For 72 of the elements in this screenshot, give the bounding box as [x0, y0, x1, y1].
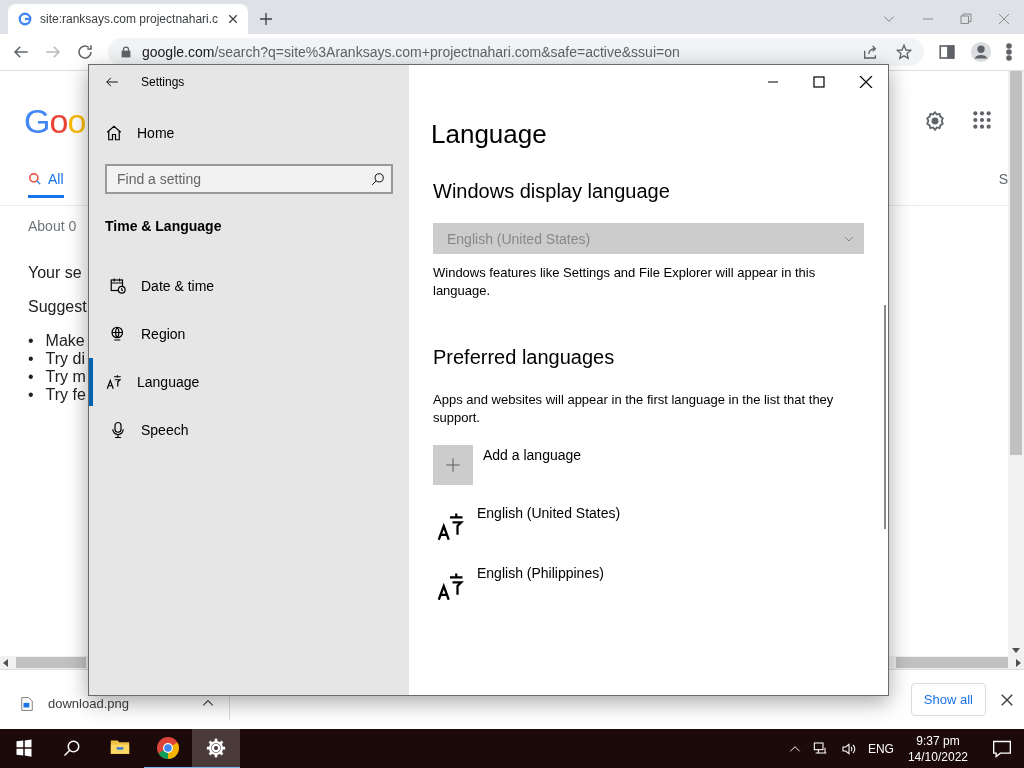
show-all-button[interactable]: Show all: [910, 683, 986, 716]
restore-icon[interactable]: [960, 13, 972, 25]
no-results-message: Your se: [28, 264, 82, 282]
apps-grid-icon[interactable]: [972, 110, 992, 130]
profile-icon[interactable]: [970, 41, 992, 63]
search-icon: [28, 172, 42, 186]
list-bullet: •: [28, 332, 34, 350]
suggestions-heading: Suggest: [28, 298, 87, 316]
vertical-scrollbar[interactable]: [1008, 71, 1024, 656]
suggestion-item: Make: [45, 332, 85, 350]
lock-icon: [120, 45, 132, 59]
back-icon[interactable]: [12, 43, 30, 61]
settings-icon[interactable]: [924, 110, 946, 132]
microphone-icon: [109, 421, 127, 439]
search-field[interactable]: Find a setting: [105, 164, 393, 194]
close-icon[interactable]: [228, 14, 238, 24]
search-tab[interactable]: S: [998, 171, 1008, 198]
home-icon: [105, 124, 123, 142]
volume-icon[interactable]: [839, 741, 858, 757]
language-icon: [435, 511, 465, 541]
list-entry[interactable]: English (Philippines): [435, 565, 864, 605]
clock[interactable]: 9:37 pm 14/10/2022: [907, 733, 968, 765]
notification-icon[interactable]: [992, 739, 1012, 759]
nav-item[interactable]: Language: [89, 358, 409, 406]
google-favicon-icon: [18, 12, 32, 26]
list-bullet: •: [28, 368, 34, 386]
more-menu-icon[interactable]: [1006, 43, 1012, 61]
search-icon: [63, 739, 81, 757]
browser-tab[interactable]: site:ranksays.com projectnahari.c: [8, 4, 248, 34]
input-language[interactable]: ENG: [867, 742, 894, 756]
result-stats: About 0: [28, 218, 77, 234]
google-logo[interactable]: Goo: [24, 101, 86, 141]
windows-logo-icon: [15, 739, 33, 757]
list-bullet: •: [28, 386, 34, 404]
share-icon[interactable]: [862, 44, 878, 60]
nav-item[interactable]: Region: [89, 310, 409, 358]
new-tab-icon[interactable]: [258, 11, 274, 27]
section-heading: Preferred languages: [433, 346, 616, 369]
image-file-icon: [20, 695, 34, 712]
side-panel-icon[interactable]: [938, 43, 956, 61]
search-tab[interactable]: All: [28, 171, 64, 198]
calendar-clock-icon: [109, 277, 127, 295]
list-bullet: •: [28, 350, 34, 368]
description-text: Windows features like Settings and File Explorer will appear in this language.: [433, 264, 817, 300]
section-title: Time & Language: [105, 218, 223, 234]
suggestion-item: Try fe: [45, 386, 86, 404]
suggestion-item: Try m: [45, 368, 86, 386]
address-bar[interactable]: google.com/search?q=site%3Aranksays.com+projectnahari.com&safe=active&ssui=on: [108, 38, 924, 66]
star-icon[interactable]: [896, 44, 912, 60]
back-icon[interactable]: [105, 75, 119, 89]
search-icon: [371, 172, 385, 186]
scrollbar-thumb[interactable]: [896, 657, 1008, 668]
gear-icon[interactable]: [205, 737, 227, 759]
description-text: Apps and websites will appear in the first language in the list that they support.: [433, 391, 835, 427]
plus-icon: [445, 457, 461, 473]
chrome-icon[interactable]: [156, 736, 180, 760]
window-title: Settings: [141, 75, 185, 89]
nav-item[interactable]: Date & time: [89, 262, 409, 310]
home-item[interactable]: Home: [105, 124, 409, 142]
add-language-label[interactable]: Add a language: [483, 447, 582, 463]
scrollbar-thumb[interactable]: [16, 657, 86, 668]
section-heading: Windows display language: [433, 180, 671, 203]
suggestion-item: Try di: [45, 350, 85, 368]
language-icon: [435, 571, 465, 601]
close-icon[interactable]: [1000, 692, 1014, 707]
nav-item[interactable]: Speech: [89, 406, 409, 454]
download-file-name[interactable]: download.png: [48, 695, 129, 711]
forward-icon: [44, 43, 62, 61]
page-title: Language: [431, 119, 548, 150]
list-entry[interactable]: English (United States): [435, 505, 864, 545]
language-icon: [105, 373, 123, 391]
reload-icon[interactable]: [76, 43, 94, 61]
